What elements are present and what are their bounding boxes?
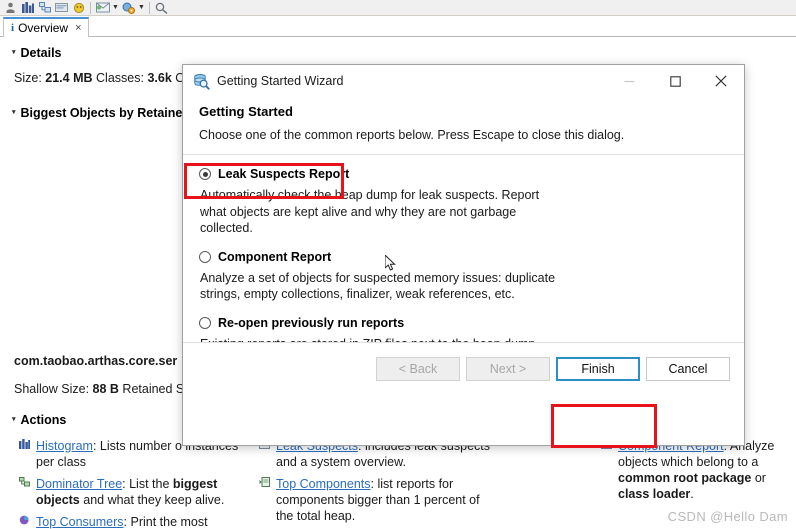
biggest-object-name: com.taobao.arthas.core.ser [14, 354, 178, 368]
action-top-components[interactable]: Top Components: list reports for compone… [258, 476, 498, 524]
shallow-size-label: Shallow Size: [14, 382, 90, 396]
actions-column-1: Histogram: Lists number o instances per … [18, 438, 243, 529]
editor-tab-bar: i Overview × [0, 17, 796, 37]
size-value: 21.4 MB [45, 71, 93, 85]
next-button[interactable]: Next > [466, 356, 550, 381]
mouse-cursor [384, 253, 397, 273]
option-leak-suspects-report[interactable]: Leak Suspects Report Automatically check… [199, 164, 728, 237]
option-component-report-header[interactable]: Component Report [199, 247, 728, 267]
window-controls [606, 65, 744, 97]
dialog-heading: Getting Started [199, 104, 293, 119]
dominator-tree-icon[interactable] [36, 1, 53, 15]
top-components-link[interactable]: Top Components [276, 477, 371, 491]
radio-component-report[interactable] [199, 250, 211, 263]
search-icon[interactable] [153, 1, 170, 15]
radio-leak-suspects-report[interactable] [199, 168, 211, 180]
chevron-down-icon[interactable]: ▾ [12, 48, 16, 56]
action-component-report-text: Component Report: Analyze objects which … [618, 438, 790, 502]
dropdown-arrow-icon-2[interactable]: ▼ [137, 1, 146, 15]
dialog-header: Getting Started Choose one of the common… [183, 97, 744, 142]
action-component-report[interactable]: Component Report: Analyze objects which … [600, 438, 790, 502]
dominator-tree-icon-2 [18, 476, 31, 490]
top-components-icon [258, 476, 271, 490]
application-window: ▼ ▼ i Overview × ▾ Details Size: 21.4 MB… [0, 0, 796, 529]
back-button[interactable]: < Back [376, 356, 460, 381]
top-consumers-desc: : Print the most [123, 515, 208, 529]
section-actions-label: Actions [20, 413, 67, 427]
histogram-icon-2 [18, 438, 31, 452]
retained-size-label: Retained S [122, 382, 185, 396]
inspector-icon[interactable] [70, 1, 87, 15]
section-details[interactable]: ▾ Details [12, 46, 62, 60]
option-leak-suspects-label: Leak Suspects Report [218, 167, 350, 181]
biggest-object-sizes: Shallow Size: 88 B Retained S [14, 382, 184, 396]
dominator-tree-desc: : List the [122, 477, 173, 491]
details-stats: Size: 21.4 MB Classes: 3.6k O [14, 71, 185, 85]
component-report-bold: common root package [618, 471, 752, 485]
dialog-footer: < Back Next > Finish Cancel [183, 342, 744, 394]
classes-label: Classes: [96, 71, 144, 85]
option-component-report-label: Component Report [218, 249, 332, 264]
dialog-title: Getting Started Wizard [217, 74, 344, 88]
cancel-button[interactable]: Cancel [646, 356, 730, 381]
close-icon[interactable]: × [75, 22, 81, 34]
dialog-subtitle: Choose one of the common reports below. … [199, 128, 625, 142]
dominator-tree-link[interactable]: Dominator Tree [36, 477, 122, 491]
minimize-icon[interactable] [606, 65, 652, 97]
top-consumers-link[interactable]: Top Consumers [36, 515, 124, 529]
component-report-bold-2: class loader [618, 487, 691, 501]
info-icon: i [11, 22, 15, 34]
radio-reopen-reports[interactable] [199, 316, 211, 329]
histogram-link[interactable]: Histogram [36, 439, 93, 453]
option-reopen-reports-label: Re-open previously run reports [218, 315, 405, 330]
option-reopen-reports-header[interactable]: Re-open previously run reports [199, 313, 728, 333]
action-top-consumers-text: Top Consumers: Print the most [36, 514, 243, 529]
section-biggest-objects-label: Biggest Objects by Retaine [20, 106, 183, 120]
option-component-report-description: Analyze a set of objects for suspected m… [200, 270, 556, 302]
oql-icon[interactable] [53, 1, 70, 15]
open-query-browser-icon[interactable] [94, 1, 111, 15]
component-report-desc-2: or [751, 471, 766, 485]
action-top-consumers[interactable]: Top Consumers: Print the most [18, 514, 243, 529]
maximize-icon[interactable] [652, 65, 698, 97]
toolbar-separator-2 [149, 1, 150, 14]
tab-overview[interactable]: i Overview × [3, 17, 89, 37]
option-leak-suspects-header[interactable]: Leak Suspects Report [199, 164, 728, 184]
section-details-label: Details [20, 46, 62, 60]
getting-started-wizard-dialog: Getting Started Wizard Getting Started C… [182, 64, 745, 446]
actions-column-2: Leak Suspects: includes leak suspects an… [258, 438, 498, 529]
chevron-down-icon-3[interactable]: ▾ [12, 415, 16, 423]
dialog-body: Leak Suspects Report Automatically check… [183, 155, 744, 394]
tab-label: Overview [18, 21, 69, 35]
person-icon[interactable] [2, 1, 19, 15]
section-biggest-objects[interactable]: ▾ Biggest Objects by Retaine [12, 106, 182, 120]
watermark: CSDN @Hello Dam [667, 509, 788, 524]
component-report-desc-3: . [690, 487, 694, 501]
action-top-components-text: Top Components: list reports for compone… [276, 476, 498, 524]
histogram-icon[interactable] [19, 1, 36, 15]
top-consumers-icon [18, 514, 31, 528]
chevron-down-icon-2[interactable]: ▾ [12, 108, 16, 116]
toolbar-separator [90, 1, 91, 14]
shallow-size-value: 88 B [92, 382, 119, 396]
section-actions[interactable]: ▾ Actions [12, 413, 66, 427]
option-leak-suspects-description: Automatically check the heap dump for le… [200, 188, 540, 235]
dropdown-arrow-icon[interactable]: ▼ [111, 1, 120, 15]
histogram-desc: : Lists number o [92, 439, 182, 453]
close-icon-dialog[interactable] [698, 65, 744, 97]
action-dominator-tree-text: Dominator Tree: List the biggest objects… [36, 476, 243, 508]
dialog-title-bar[interactable]: Getting Started Wizard [183, 65, 744, 97]
dominator-tree-desc-2: and what they keep alive. [79, 493, 225, 507]
action-dominator-tree[interactable]: Dominator Tree: List the biggest objects… [18, 476, 243, 508]
option-component-report[interactable]: Component Report Analyze a set of object… [199, 247, 728, 303]
actions-column-3: Component Report: Analyze objects which … [600, 438, 790, 508]
run-expert-system-icon[interactable] [120, 1, 137, 15]
heap-dump-search-icon [193, 73, 210, 90]
main-toolbar: ▼ ▼ [0, 0, 796, 16]
size-label: Size: [14, 71, 42, 85]
classes-value: 3.6k [147, 71, 172, 85]
finish-button[interactable]: Finish [556, 356, 640, 381]
